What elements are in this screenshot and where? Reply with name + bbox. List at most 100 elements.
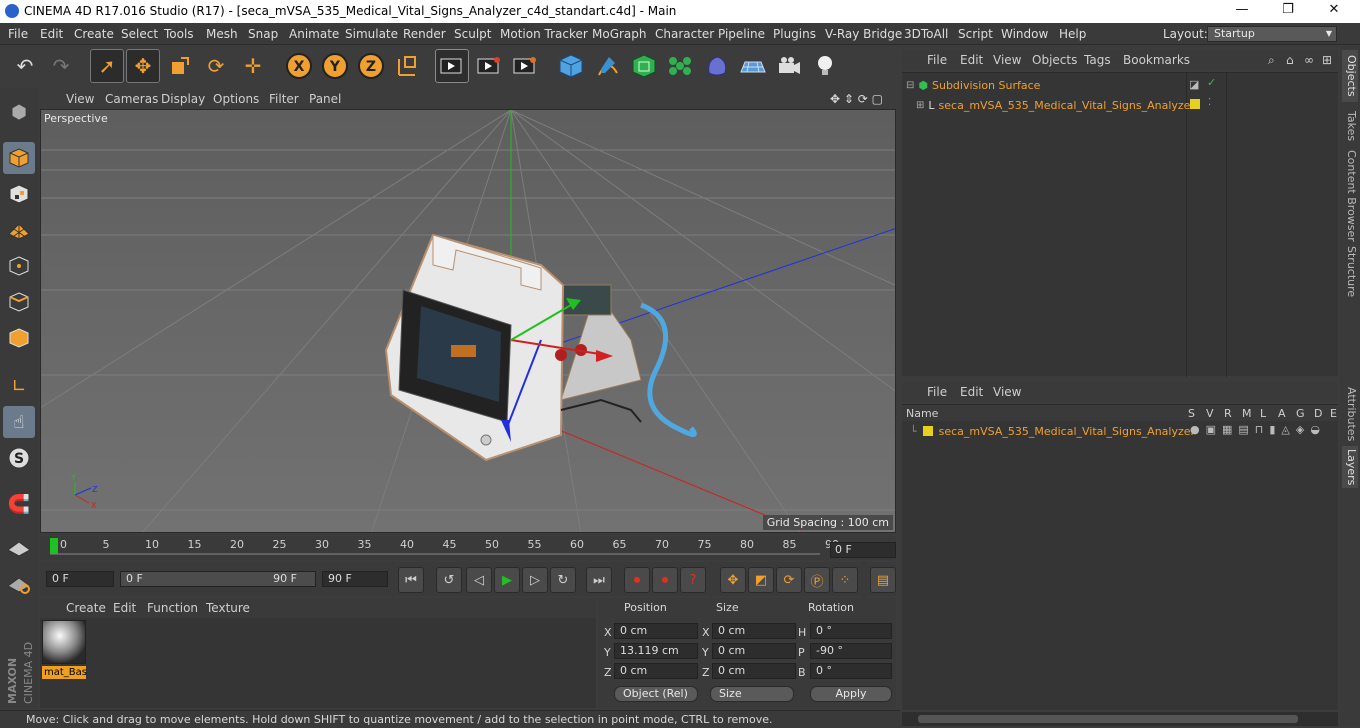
pos-x-field[interactable]: 0 cm: [614, 623, 698, 639]
tab-layers[interactable]: Layers: [1342, 446, 1358, 488]
menu-script[interactable]: Script: [958, 27, 993, 41]
layer-color-swatch[interactable]: [1190, 99, 1200, 109]
size-y-field[interactable]: 0 cm: [712, 643, 796, 659]
frame-range-slider[interactable]: 0 F 90 F: [120, 571, 316, 587]
key-rotation-icon[interactable]: ⟳: [776, 567, 802, 593]
object-menu-view[interactable]: View: [993, 53, 1021, 67]
menu-character[interactable]: Character: [655, 27, 714, 41]
material-name[interactable]: mat_Bas: [42, 666, 87, 679]
key-position-icon[interactable]: ✥: [720, 567, 746, 593]
z-axis-lock-icon[interactable]: Z: [354, 49, 388, 83]
menu-create[interactable]: Create: [74, 27, 114, 41]
menu-motion-tracker[interactable]: Motion Tracker: [500, 27, 588, 41]
material-menu-create[interactable]: Create: [66, 601, 106, 615]
layer-row[interactable]: └ seca_mVSA_535_Medical_Vital_Signs_Anal…: [910, 423, 1195, 439]
size-x-field[interactable]: 0 cm: [712, 623, 796, 639]
next-frame-icon[interactable]: ▷: [522, 567, 548, 593]
go-to-start-icon[interactable]: ⏮: [398, 567, 424, 593]
viewport-navigation-icon[interactable]: ✥ ⇕ ⟳ ▢: [830, 92, 883, 106]
viewport-menu-display[interactable]: Display: [161, 92, 205, 106]
workplane-lock-icon[interactable]: [3, 532, 35, 564]
tweak-mode-icon[interactable]: ☝: [3, 406, 35, 438]
object-visibility-icon[interactable]: ◪: [1189, 78, 1199, 91]
rot-p-field[interactable]: -90 °: [810, 643, 892, 659]
axis-mode-icon[interactable]: ∟: [3, 370, 35, 402]
workplane-mode-icon[interactable]: [3, 214, 35, 246]
viewport-menu-options[interactable]: Options: [213, 92, 259, 106]
coordinate-system-icon[interactable]: [391, 49, 425, 83]
previous-frame-icon[interactable]: ◁: [466, 567, 492, 593]
record-keys-icon[interactable]: ⏺: [624, 567, 650, 593]
layer-menu-file[interactable]: File: [927, 385, 947, 399]
material-menu-function[interactable]: Function: [147, 601, 198, 615]
menu-plugins[interactable]: Plugins: [773, 27, 816, 41]
edges-mode-icon[interactable]: [3, 286, 35, 318]
object-row-analyzer[interactable]: ⊞ L seca_mVSA_535_Medical_Vital_Signs_An…: [916, 97, 1195, 113]
redo-icon[interactable]: ↷: [44, 49, 78, 83]
move-tool-icon[interactable]: ✥: [126, 49, 160, 83]
material-thumbnail[interactable]: [42, 620, 86, 664]
texture-mode-icon[interactable]: [3, 178, 35, 210]
subdivision-surface-icon[interactable]: [627, 49, 661, 83]
quantize-icon[interactable]: [3, 568, 35, 600]
cube-primitive-icon[interactable]: [554, 49, 588, 83]
go-to-end-icon[interactable]: ⏭: [586, 567, 612, 593]
deformer-icon[interactable]: [700, 49, 734, 83]
object-row-subdivision[interactable]: ⊟ ⬢ Subdivision Surface: [906, 77, 1040, 93]
object-menu-file[interactable]: File: [927, 53, 947, 67]
maximize-button[interactable]: ❐: [1268, 2, 1308, 21]
enabled-check-icon[interactable]: ✓: [1207, 76, 1216, 89]
size-z-field[interactable]: 0 cm: [712, 663, 796, 679]
size-mode-dropdown[interactable]: Size: [710, 686, 794, 702]
menu-simulate[interactable]: Simulate: [345, 27, 398, 41]
menu-window[interactable]: Window: [1001, 27, 1048, 41]
light-icon[interactable]: [808, 49, 842, 83]
model-mode-icon[interactable]: [3, 142, 35, 174]
viewport-menu-view[interactable]: View: [66, 92, 94, 106]
pos-y-field[interactable]: 13.119 cm: [614, 643, 698, 659]
tab-structure[interactable]: Structure: [1342, 246, 1358, 298]
rot-b-field[interactable]: 0 °: [810, 663, 892, 679]
object-new-window-icon[interactable]: ⊞: [1322, 53, 1332, 67]
key-pla-icon[interactable]: ⁘: [832, 567, 858, 593]
points-mode-icon[interactable]: [3, 250, 35, 282]
apply-button[interactable]: Apply: [810, 686, 892, 702]
menu-tools[interactable]: Tools: [164, 27, 194, 41]
timeline-ruler[interactable]: 051015202530354045505560657075808590: [40, 536, 896, 560]
object-menu-objects[interactable]: Objects: [1032, 53, 1077, 67]
menu-snap[interactable]: Snap: [248, 27, 278, 41]
layer-flag-icons[interactable]: ●▣▦▤⊓▮◬◈◒: [1190, 423, 1326, 436]
material-menu-edit[interactable]: Edit: [113, 601, 136, 615]
object-link-icon[interactable]: ∞: [1304, 53, 1314, 67]
viewport-menu-cameras[interactable]: Cameras: [105, 92, 158, 106]
rot-h-field[interactable]: 0 °: [810, 623, 892, 639]
tab-objects[interactable]: Objects: [1342, 50, 1358, 102]
coordinate-mode-dropdown[interactable]: Object (Rel): [614, 686, 698, 702]
scale-tool-icon[interactable]: [163, 49, 197, 83]
menu-help[interactable]: Help: [1059, 27, 1086, 41]
object-menu-bookmarks[interactable]: Bookmarks: [1123, 53, 1190, 67]
layer-horizontal-scrollbar[interactable]: [902, 712, 1338, 726]
menu-pipeline[interactable]: Pipeline: [718, 27, 765, 41]
make-editable-icon[interactable]: ⬢: [3, 96, 35, 128]
menu-mesh[interactable]: Mesh: [206, 27, 238, 41]
layer-color-swatch[interactable]: [922, 426, 933, 436]
render-view-icon[interactable]: [435, 49, 469, 83]
object-home-icon[interactable]: ⌂: [1286, 53, 1294, 67]
snapping-icon[interactable]: 🧲: [3, 488, 35, 520]
viewport-menu-filter[interactable]: Filter: [269, 92, 299, 106]
menu-select[interactable]: Select: [121, 27, 158, 41]
layer-menu-edit[interactable]: Edit: [960, 385, 983, 399]
render-picture-viewer-icon[interactable]: [472, 49, 506, 83]
menu-3dtoall[interactable]: 3DToAll: [904, 27, 948, 41]
end-frame-field[interactable]: 90 F: [322, 571, 388, 587]
pos-z-field[interactable]: 0 cm: [614, 663, 698, 679]
object-menu-tags[interactable]: Tags: [1084, 53, 1111, 67]
tab-takes[interactable]: Takes: [1342, 106, 1358, 146]
menu-edit[interactable]: Edit: [40, 27, 63, 41]
viewport-menu-panel[interactable]: Panel: [309, 92, 341, 106]
key-scale-icon[interactable]: ◩: [748, 567, 774, 593]
3d-viewport[interactable]: Y Z X Perspective Grid Spacing : 100 cm: [40, 109, 896, 533]
tab-attributes[interactable]: Attributes: [1342, 386, 1358, 442]
object-search-icon[interactable]: ⌕: [1268, 53, 1275, 68]
